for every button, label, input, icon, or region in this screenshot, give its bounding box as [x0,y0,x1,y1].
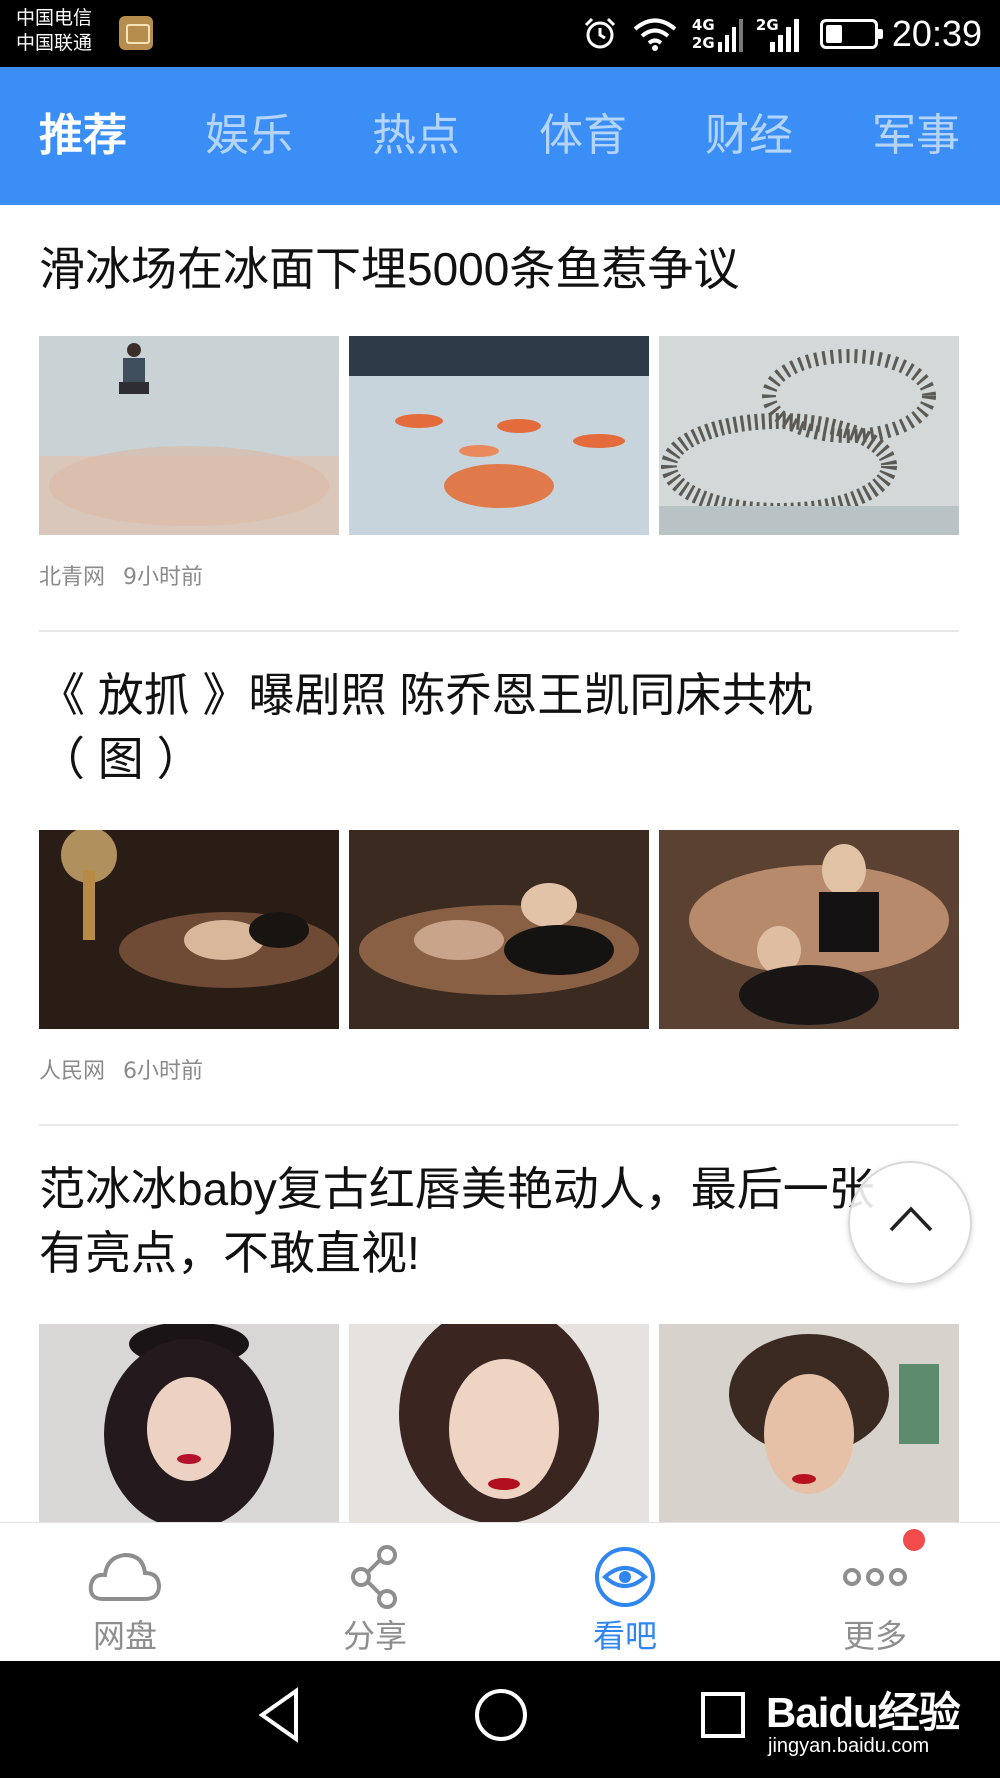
back-to-top-button[interactable] [848,1161,972,1285]
news-title[interactable]: 范冰冰baby复古红唇美艳动人，最后一张 有亮点，不敢直视! [39,1157,959,1285]
divider [39,1124,959,1126]
tab-recommend[interactable]: 推荐 [39,67,127,205]
news-item[interactable]: 滑冰场在冰面下埋5000条鱼惹争议 北青网 9小时前 [39,237,959,632]
news-source: 北青网 [39,565,106,590]
news-title-line-2: 有亮点，不敢直视! [39,1227,420,1279]
nav-item-watch[interactable]: 看吧 [500,1523,750,1662]
eye-icon [595,1547,655,1607]
tab-finance[interactable]: 财经 [705,67,793,205]
nav-item-share[interactable]: 分享 [250,1523,500,1662]
news-thumbnail[interactable] [349,336,649,535]
nav-label: 更多 [842,1617,907,1655]
battery-fill [825,24,842,43]
news-time: 6小时前 [123,1059,204,1084]
news-thumbnail[interactable] [39,336,339,535]
news-thumbnail[interactable] [659,336,959,535]
news-source: 人民网 [39,1059,106,1084]
share-icon [351,1545,397,1609]
nav-label: 看吧 [592,1617,657,1655]
notification-badge [903,1529,925,1551]
carrier-names: 中国电信 中国联通 [16,6,92,56]
news-thumbnail[interactable] [39,830,339,1029]
news-item[interactable]: 《 放抓 》曝剧照 陈乔恩王凯同床共枕 （ 图 ） 人民网 6小时前 [39,663,959,1126]
wifi-icon [633,18,677,51]
divider [39,630,959,632]
news-thumbnail[interactable] [659,830,959,1029]
news-title-line-1: 范冰冰baby复古红唇美艳动人，最后一张 [39,1163,875,1215]
news-feed[interactable]: 滑冰场在冰面下埋5000条鱼惹争议 北青网 9小时前 《 放抓 》曝剧照 陈乔恩… [0,205,1000,1522]
clock: 20:39 [891,13,982,54]
news-thumbnails [39,1324,959,1522]
home-icon[interactable] [472,1685,530,1745]
more-dots-icon [843,1568,907,1586]
news-thumbnails [39,336,959,535]
chevron-up-icon [889,1206,933,1232]
tab-entertainment[interactable]: 娱乐 [205,67,293,205]
gallery-notification-icon [119,16,153,50]
network-type-label: 4G [691,15,715,34]
alarm-icon [584,17,615,48]
news-meta: 北青网 9小时前 [39,559,203,591]
carrier-1: 中国电信 [16,7,93,29]
nav-label: 分享 [342,1617,407,1655]
watermark-logo: Baidu经验 [766,1689,961,1736]
news-time: 9小时前 [123,565,204,590]
nav-label: 网盘 [92,1617,157,1655]
category-tabs: 推荐 娱乐 热点 体育 财经 军事 [0,67,1000,205]
signal-icon [717,18,743,52]
news-title[interactable]: 《 放抓 》曝剧照 陈乔恩王凯同床共枕 （ 图 ） [39,663,959,791]
network-type-label: 2G [691,33,715,52]
network-2: 2G [756,14,808,54]
nav-item-more[interactable]: 更多 [750,1523,1000,1662]
tab-hot[interactable]: 热点 [372,67,460,205]
news-thumbnails [39,830,959,1029]
news-item[interactable]: 范冰冰baby复古红唇美艳动人，最后一张 有亮点，不敢直视! [39,1157,959,1522]
news-thumbnail[interactable] [349,830,649,1029]
news-title-line-1: 《 放抓 》曝剧照 陈乔恩王凯同床共枕 [39,669,814,721]
tab-sports[interactable]: 体育 [539,67,627,205]
signal-icon [769,18,799,52]
watermark-site: jingyan.baidu.com [768,1735,930,1757]
back-icon[interactable] [254,1685,304,1745]
bottom-navigation: 网盘 分享 看吧 更多 [0,1522,1000,1661]
cloud-icon [88,1552,162,1601]
carrier-2: 中国联通 [16,32,93,54]
baidu-jingyan-watermark: Baidu经验 jingyan.baidu.com [766,1673,966,1769]
status-bar: 中国电信 中国联通 4G 2G 2G 20:39 [0,0,1000,67]
network-1: 4G 2G [692,14,744,54]
battery-icon [819,18,883,49]
tab-military[interactable]: 军事 [872,67,960,205]
news-thumbnail[interactable] [39,1324,339,1522]
news-title-line-2: （ 图 ） [39,733,203,785]
news-thumbnail[interactable] [349,1324,649,1522]
news-thumbnail[interactable] [659,1324,959,1522]
nav-item-netdisk[interactable]: 网盘 [0,1523,250,1662]
news-meta: 人民网 6小时前 [39,1053,203,1085]
news-title[interactable]: 滑冰场在冰面下埋5000条鱼惹争议 [39,237,959,301]
recent-apps-icon[interactable] [698,1685,748,1745]
